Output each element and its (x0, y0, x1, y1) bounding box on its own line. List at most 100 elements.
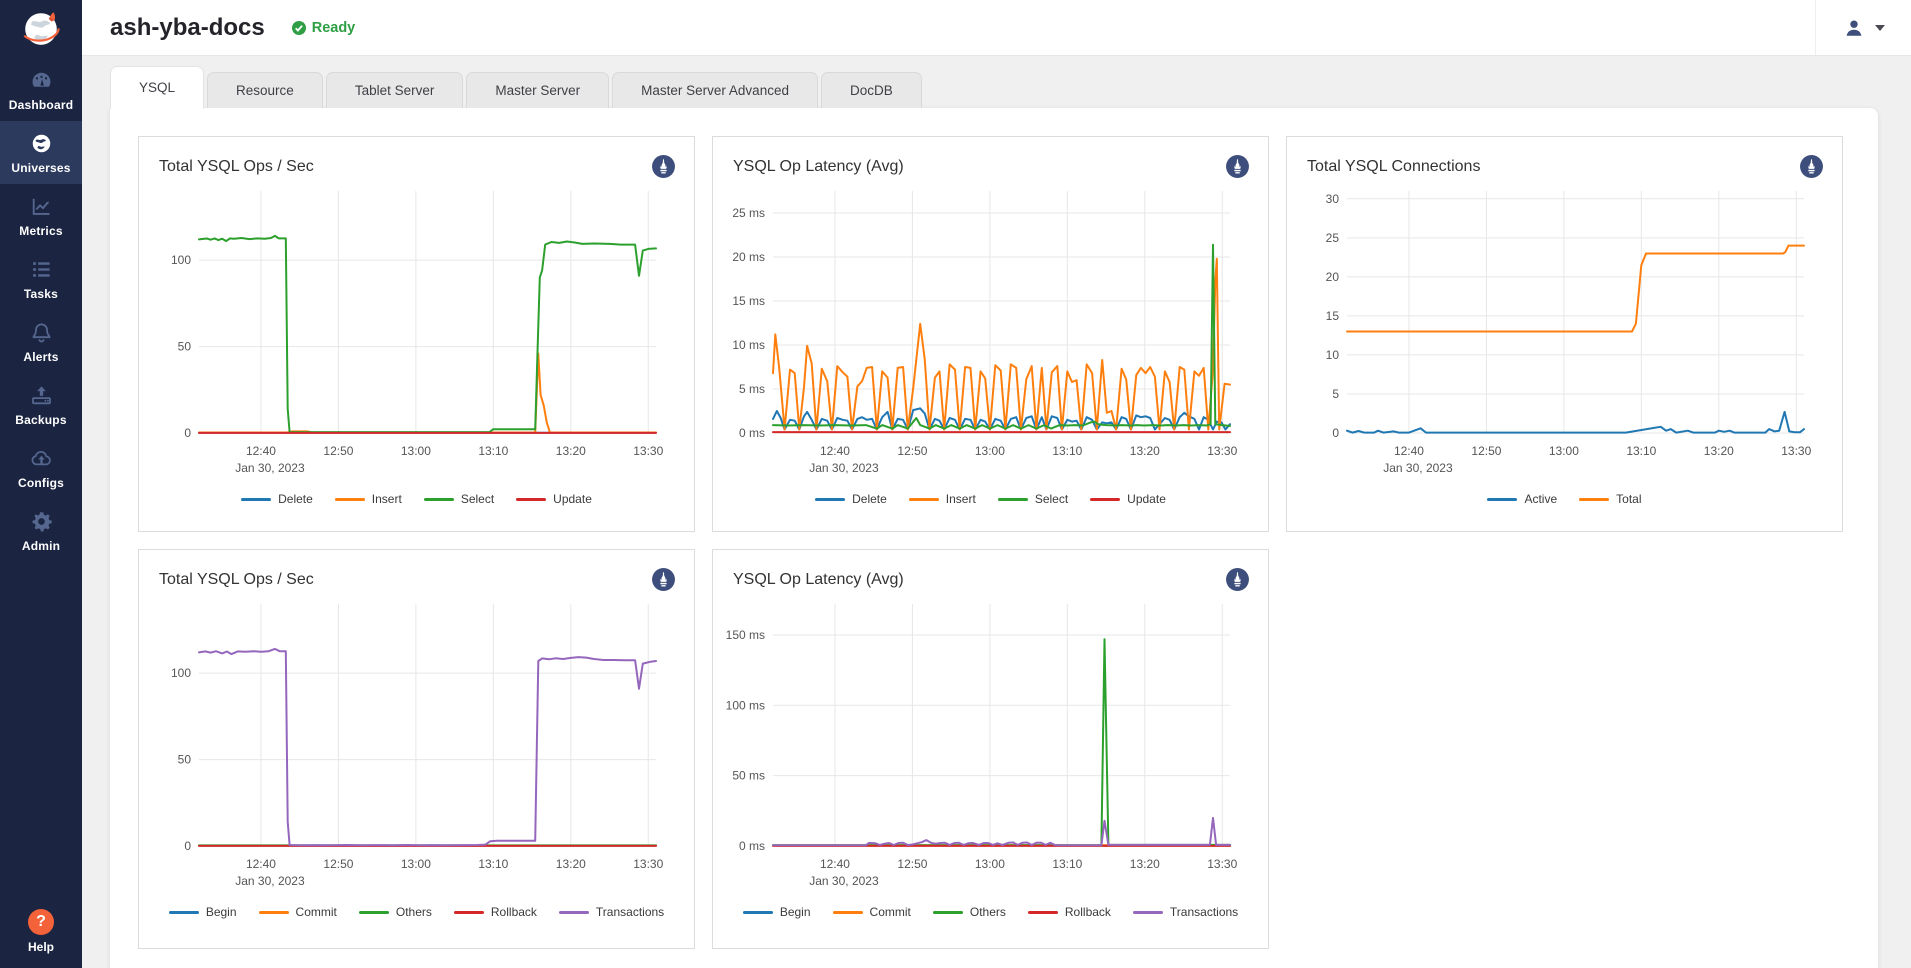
sidebar-item-metrics[interactable]: Metrics (0, 184, 82, 247)
svg-text:Jan 30, 2023: Jan 30, 2023 (235, 874, 305, 888)
svg-text:0: 0 (184, 426, 191, 440)
sidebar-item-backups[interactable]: Backups (0, 373, 82, 436)
top-header: ash-yba-docs Ready (82, 0, 1911, 56)
legend-item-begin[interactable]: Begin (169, 905, 237, 919)
legend-item-insert[interactable]: Insert (909, 492, 976, 506)
tab-ysql[interactable]: YSQL (110, 66, 204, 109)
sidebar-item-tasks[interactable]: Tasks (0, 247, 82, 310)
svg-text:100: 100 (171, 253, 191, 267)
user-icon (1842, 16, 1866, 40)
svg-text:12:40: 12:40 (820, 857, 850, 871)
svg-text:12:50: 12:50 (1471, 444, 1501, 458)
svg-text:12:50: 12:50 (897, 444, 927, 458)
sidebar-item-alerts[interactable]: Alerts (0, 310, 82, 373)
svg-text:12:40: 12:40 (246, 857, 276, 871)
chart-plot-area[interactable]: 05010012:40Jan 30, 202312:5013:0013:1013… (139, 181, 694, 488)
legend-swatch (1028, 911, 1058, 914)
chart-legend: Delete Insert Select Update (139, 488, 694, 506)
chart-panel-total-ysql-ops-sec-3: Total YSQL Ops / Sec05010012:40Jan 30, 2… (138, 549, 695, 949)
svg-text:13:10: 13:10 (1052, 857, 1082, 871)
tab-resource[interactable]: Resource (207, 72, 323, 108)
svg-text:13:10: 13:10 (478, 444, 508, 458)
app-logo[interactable] (0, 0, 82, 58)
chart-legend: Begin Commit Others Rollback Transactions (713, 901, 1268, 919)
legend-item-others[interactable]: Others (359, 905, 432, 919)
legend-label: Others (970, 905, 1006, 919)
chart-plot-area[interactable]: 0 ms5 ms10 ms15 ms20 ms25 ms12:40Jan 30,… (713, 181, 1268, 488)
legend-item-select[interactable]: Select (424, 492, 494, 506)
legend-label: Active (1524, 492, 1557, 506)
svg-text:13:00: 13:00 (975, 444, 1005, 458)
chart-panel-total-ysql-connections-2: Total YSQL Connections05101520253012:40J… (1286, 136, 1843, 532)
status-badge: Ready (291, 20, 356, 36)
svg-text:150 ms: 150 ms (726, 628, 765, 642)
svg-text:10 ms: 10 ms (732, 338, 765, 352)
tab-master-server[interactable]: Master Server (466, 72, 609, 108)
help-icon: ? (28, 909, 54, 935)
legend-item-select[interactable]: Select (998, 492, 1068, 506)
globe-rocket-logo-icon (18, 6, 64, 52)
legend-label: Insert (372, 492, 402, 506)
legend-item-delete[interactable]: Delete (815, 492, 887, 506)
chevron-down-icon (1875, 25, 1885, 31)
svg-text:13:10: 13:10 (1626, 444, 1656, 458)
svg-text:50 ms: 50 ms (732, 769, 765, 783)
svg-text:50: 50 (178, 340, 192, 354)
prometheus-icon[interactable] (1799, 154, 1824, 179)
legend-item-update[interactable]: Update (516, 492, 592, 506)
svg-text:0: 0 (1332, 426, 1339, 440)
chart-title: Total YSQL Ops / Sec (159, 571, 314, 589)
svg-text:12:40: 12:40 (820, 444, 850, 458)
user-menu-button[interactable] (1815, 0, 1911, 55)
legend-swatch (833, 911, 863, 914)
svg-text:10: 10 (1326, 348, 1340, 362)
legend-item-transactions[interactable]: Transactions (559, 905, 664, 919)
chart-legend: Begin Commit Others Rollback Transactions (139, 901, 694, 919)
legend-swatch (559, 911, 589, 914)
legend-item-others[interactable]: Others (933, 905, 1006, 919)
legend-swatch (743, 911, 773, 914)
sidebar-item-help[interactable]: ? Help (0, 909, 82, 954)
tab-tablet-server[interactable]: Tablet Server (326, 72, 464, 108)
chart-legend: Active Total (1287, 488, 1842, 506)
svg-text:50: 50 (178, 753, 192, 767)
legend-label: Delete (852, 492, 887, 506)
prometheus-icon[interactable] (1225, 154, 1250, 179)
prometheus-icon[interactable] (1225, 567, 1250, 592)
legend-item-update[interactable]: Update (1090, 492, 1166, 506)
chart-legend: Delete Insert Select Update (713, 488, 1268, 506)
sidebar-item-admin[interactable]: Admin (0, 499, 82, 562)
legend-swatch (1579, 498, 1609, 501)
legend-label: Rollback (1065, 905, 1111, 919)
legend-item-commit[interactable]: Commit (259, 905, 337, 919)
svg-text:30: 30 (1326, 192, 1340, 206)
legend-swatch (933, 911, 963, 914)
legend-item-commit[interactable]: Commit (833, 905, 911, 919)
legend-item-rollback[interactable]: Rollback (454, 905, 537, 919)
status-label: Ready (312, 20, 356, 36)
legend-item-transactions[interactable]: Transactions (1133, 905, 1238, 919)
legend-item-total[interactable]: Total (1579, 492, 1641, 506)
legend-item-delete[interactable]: Delete (241, 492, 313, 506)
sidebar: DashboardUniversesMetricsTasksAlertsBack… (0, 0, 82, 968)
chart-title: Total YSQL Ops / Sec (159, 158, 314, 176)
svg-text:13:20: 13:20 (556, 857, 586, 871)
sidebar-item-universes[interactable]: Universes (0, 121, 82, 184)
legend-item-active[interactable]: Active (1487, 492, 1557, 506)
chart-svg: 0 ms50 ms100 ms150 ms12:40Jan 30, 202312… (723, 596, 1242, 896)
legend-item-begin[interactable]: Begin (743, 905, 811, 919)
prometheus-icon[interactable] (651, 567, 676, 592)
legend-label: Begin (780, 905, 811, 919)
legend-swatch (169, 911, 199, 914)
prometheus-icon[interactable] (651, 154, 676, 179)
legend-item-rollback[interactable]: Rollback (1028, 905, 1111, 919)
tab-master-server-advanced[interactable]: Master Server Advanced (612, 72, 818, 108)
sidebar-item-dashboard[interactable]: Dashboard (0, 58, 82, 121)
tab-docdb[interactable]: DocDB (821, 72, 922, 108)
chart-plot-area[interactable]: 0 ms50 ms100 ms150 ms12:40Jan 30, 202312… (713, 594, 1268, 901)
legend-item-insert[interactable]: Insert (335, 492, 402, 506)
chart-plot-area[interactable]: 05010012:40Jan 30, 202312:5013:0013:1013… (139, 594, 694, 901)
chart-plot-area[interactable]: 05101520253012:40Jan 30, 202312:5013:001… (1287, 181, 1842, 488)
sidebar-item-configs[interactable]: Configs (0, 436, 82, 499)
metrics-tab-bar: YSQLResourceTablet ServerMaster ServerMa… (110, 66, 1911, 108)
